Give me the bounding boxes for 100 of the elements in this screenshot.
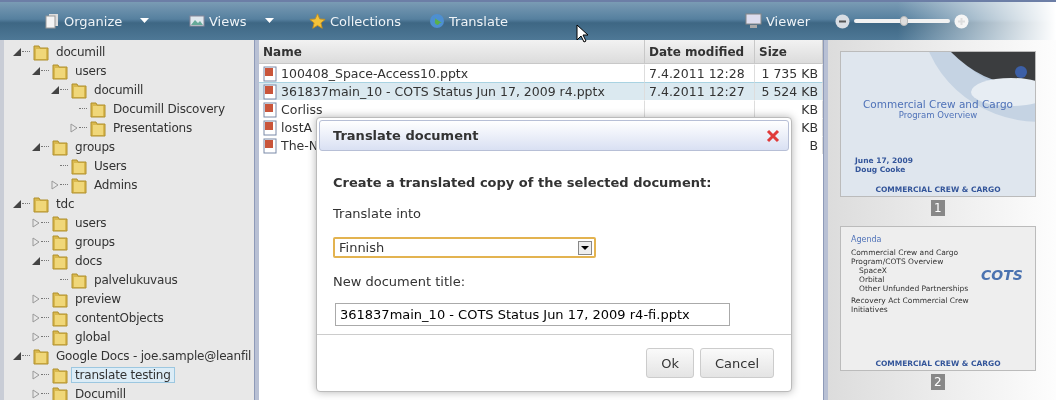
folder-icon bbox=[71, 156, 87, 175]
tree-item[interactable]: users bbox=[71, 214, 111, 231]
slide-subtitle: Program Overview bbox=[897, 110, 979, 120]
expanded-arrow-icon[interactable] bbox=[31, 65, 41, 76]
folder-icon bbox=[71, 175, 87, 194]
file-name: Corliss bbox=[281, 102, 323, 117]
table-cell: KB bbox=[801, 120, 818, 135]
tree-item[interactable]: docs bbox=[71, 252, 106, 269]
table-cell: KB bbox=[801, 102, 818, 117]
collapsed-arrow-icon[interactable] bbox=[31, 312, 41, 323]
expanded-arrow-icon[interactable] bbox=[12, 198, 22, 209]
language-dropdown[interactable]: Finnish bbox=[333, 237, 596, 258]
file-name: lostA bbox=[281, 120, 313, 135]
folder-icon bbox=[33, 42, 49, 61]
collapsed-arrow-icon[interactable] bbox=[31, 369, 41, 380]
folder-icon bbox=[52, 61, 68, 80]
tree-item[interactable]: contentObjects bbox=[71, 309, 168, 326]
slide-title: Commercial Crew and Cargo bbox=[862, 98, 1014, 110]
folder-icon bbox=[90, 118, 106, 137]
tree-item[interactable]: Admins bbox=[90, 176, 142, 193]
zoom-out-icon[interactable] bbox=[835, 13, 850, 29]
tree-item[interactable]: documill bbox=[52, 43, 110, 60]
folder-icon bbox=[33, 194, 49, 213]
table-cell: B bbox=[809, 138, 818, 153]
globe-icon bbox=[429, 13, 445, 29]
tree-item[interactable]: palvelukuvaus bbox=[90, 271, 182, 288]
ok-button[interactable]: Ok bbox=[646, 348, 694, 378]
folder-icon bbox=[52, 251, 68, 270]
caret-icon bbox=[140, 18, 150, 24]
folder-icon bbox=[52, 213, 68, 232]
dialog-title: Translate document bbox=[333, 128, 479, 143]
expanded-arrow-icon[interactable] bbox=[12, 350, 22, 361]
slider-thumb[interactable] bbox=[899, 16, 908, 26]
tree-item[interactable]: groups bbox=[71, 233, 119, 250]
collapsed-arrow-icon[interactable] bbox=[31, 388, 41, 399]
tree-item[interactable]: documill bbox=[90, 81, 148, 98]
table-cell: 7.4.2011 12:28 bbox=[649, 66, 745, 81]
tree-item[interactable]: Documill bbox=[71, 385, 130, 400]
tree-item[interactable]: translate testing bbox=[71, 366, 175, 383]
viewer-button[interactable]: Viewer bbox=[745, 13, 835, 29]
folder-icon bbox=[33, 346, 49, 365]
tree-item[interactable]: Google Docs - joe.sample@leanfil bbox=[52, 347, 254, 364]
folder-icon bbox=[52, 365, 68, 384]
dialog-heading: Create a translated copy of the selected document: bbox=[333, 175, 712, 190]
tree-item[interactable]: tdc bbox=[52, 195, 79, 212]
title-input[interactable]: 361837main_10 - COTS Status Jun 17, 2009 r4-fi.pptx bbox=[335, 303, 730, 326]
collapsed-arrow-icon[interactable] bbox=[31, 217, 41, 228]
file-name: 361837main_10 - COTS Status Jun 17, 2009 r4.pptx bbox=[281, 84, 605, 99]
presentation-file-icon bbox=[263, 83, 277, 100]
expanded-arrow-icon[interactable] bbox=[12, 46, 22, 57]
toolbar-button[interactable]: Collections bbox=[309, 12, 429, 30]
presentation-file-icon bbox=[263, 65, 277, 82]
field-label: Translate into bbox=[333, 206, 422, 221]
collapsed-arrow-icon[interactable] bbox=[31, 293, 41, 304]
expanded-arrow-icon[interactable] bbox=[31, 255, 41, 266]
table-cell: 5 524 KB bbox=[761, 84, 818, 99]
table-cell: 7.4.2011 12:27 bbox=[649, 84, 745, 99]
table-cell: 1 735 KB bbox=[761, 66, 818, 81]
caret-icon bbox=[264, 18, 274, 24]
collapsed-arrow-icon[interactable] bbox=[50, 179, 60, 190]
collapsed-arrow-icon[interactable] bbox=[31, 236, 41, 247]
table-row[interactable]: 361837main_10 - COTS Status Jun 17, 2009 r4.pptx bbox=[259, 82, 645, 100]
folder-icon bbox=[52, 137, 68, 156]
menu-button[interactable]: Views bbox=[189, 13, 309, 29]
tree-item[interactable]: groups bbox=[71, 138, 119, 155]
tree-item[interactable]: global bbox=[71, 328, 115, 345]
collapsed-arrow-icon[interactable] bbox=[69, 122, 79, 133]
folder-icon bbox=[52, 327, 68, 346]
zoom-in-icon[interactable] bbox=[954, 13, 969, 29]
expanded-arrow-icon[interactable] bbox=[50, 84, 60, 95]
monitor-icon bbox=[745, 13, 762, 29]
tree-item[interactable]: preview bbox=[71, 290, 125, 307]
pages-icon bbox=[44, 13, 60, 29]
slide-number: 1 bbox=[931, 199, 945, 216]
star-icon bbox=[309, 12, 326, 30]
column-header[interactable]: Size bbox=[755, 40, 823, 64]
folder-icon bbox=[52, 384, 68, 400]
mouse-cursor-icon bbox=[576, 24, 590, 44]
column-header[interactable]: Date modified bbox=[645, 40, 755, 64]
folder-icon bbox=[90, 99, 106, 118]
field-label: New document title: bbox=[333, 274, 465, 289]
folder-icon bbox=[71, 270, 87, 289]
tree-item[interactable]: Presentations bbox=[109, 119, 196, 136]
folder-icon bbox=[71, 80, 87, 99]
tree-item[interactable]: Documill Discovery bbox=[109, 100, 229, 117]
toolbar-button[interactable]: Translate bbox=[429, 13, 559, 29]
zoom-slider[interactable] bbox=[854, 19, 950, 23]
tree-item[interactable]: Users bbox=[90, 157, 131, 174]
picture-icon bbox=[189, 14, 205, 28]
folder-icon bbox=[52, 289, 68, 308]
tree-item[interactable]: users bbox=[71, 62, 111, 79]
folder-icon bbox=[52, 308, 68, 327]
menu-button[interactable]: Organize bbox=[44, 13, 189, 29]
folder-icon bbox=[52, 232, 68, 251]
close-icon[interactable] bbox=[766, 128, 780, 143]
slide-number: 2 bbox=[931, 374, 945, 390]
expanded-arrow-icon[interactable] bbox=[31, 141, 41, 152]
collapsed-arrow-icon[interactable] bbox=[31, 331, 41, 342]
cancel-button[interactable]: Cancel bbox=[699, 348, 774, 378]
column-header[interactable]: Name bbox=[259, 40, 645, 64]
